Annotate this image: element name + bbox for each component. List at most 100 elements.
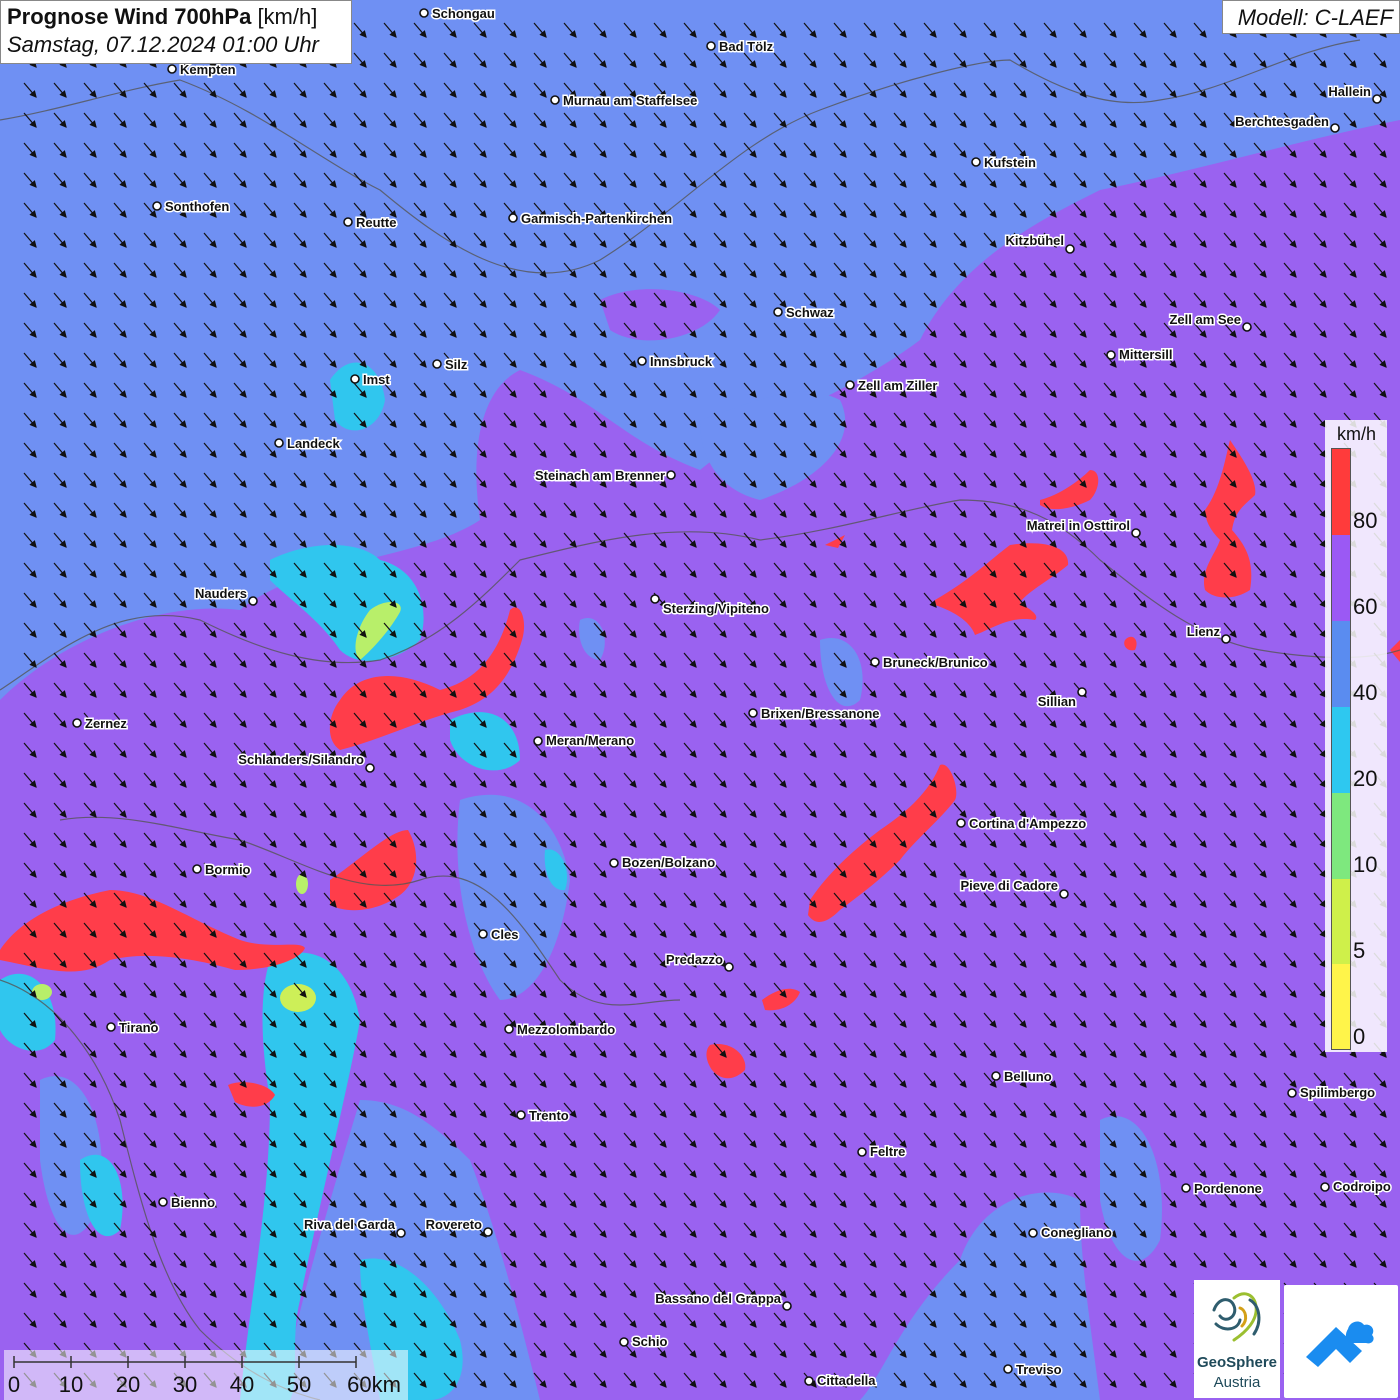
city-label-conegliano: Conegliano xyxy=(1041,1225,1112,1240)
city-dot-murnau-am-staffelsee xyxy=(550,95,560,105)
app-logo[interactable] xyxy=(1284,1285,1398,1398)
city-dot-kitzb-hel xyxy=(1065,244,1075,254)
city-label-mittersill: Mittersill xyxy=(1119,347,1172,362)
city-dot-reutte xyxy=(343,217,353,227)
city-label-feltre: Feltre xyxy=(870,1144,905,1159)
city-label-sillian: Sillian xyxy=(1038,694,1076,709)
city-dot-steinach-am-brenner xyxy=(666,470,676,480)
geosphere-name: GeoSphere xyxy=(1196,1354,1278,1371)
city-dot-kempten xyxy=(167,64,177,74)
city-label-reutte: Reutte xyxy=(356,215,396,230)
city-label-rovereto: Rovereto xyxy=(426,1217,482,1232)
city-label-hallein: Hallein xyxy=(1328,84,1371,99)
city-label-kitzb-hel: Kitzbühel xyxy=(1006,233,1065,248)
city-label-belluno: Belluno xyxy=(1004,1069,1052,1084)
model-label: Modell: C-LAEF xyxy=(1222,0,1400,34)
geosphere-logo[interactable]: GeoSphere Austria xyxy=(1194,1280,1280,1398)
city-dot-cittadella xyxy=(804,1376,814,1386)
city-label-meran-merano: Meran/Merano xyxy=(546,733,634,748)
legend-swatch-20 xyxy=(1332,707,1350,793)
city-dot-mittersill xyxy=(1106,350,1116,360)
forecast-datetime: Samstag, 07.12.2024 01:00 Uhr xyxy=(7,32,319,57)
city-label-zernez: Zernez xyxy=(85,716,127,731)
city-label-bassano-del-grappa: Bassano del Grappa xyxy=(655,1291,781,1306)
legend-swatch-80 xyxy=(1332,449,1350,535)
city-dot-codroipo xyxy=(1320,1182,1330,1192)
map-title-line: Prognose Wind 700hPa [km/h] xyxy=(7,4,345,30)
city-label-bad-t-lz: Bad Tölz xyxy=(719,39,774,54)
city-dot-berchtesgaden xyxy=(1330,123,1340,133)
city-dot-zernez xyxy=(72,718,82,728)
color-legend: km/h 80 60 40 20 10 5 0 xyxy=(1325,420,1387,1052)
city-label-brixen-bressanone: Brixen/Bressanone xyxy=(761,706,880,721)
legend-tick-40: 40 xyxy=(1353,680,1378,705)
city-dot-schio xyxy=(619,1337,629,1347)
city-label-codroipo: Codroipo xyxy=(1333,1179,1391,1194)
city-label-nauders: Nauders xyxy=(195,586,247,601)
map-title: Prognose Wind 700hPa xyxy=(7,4,252,29)
scale-tick-10: 10 xyxy=(59,1372,83,1397)
city-label-kufstein: Kufstein xyxy=(984,155,1036,170)
scale-tick-50: 50 xyxy=(287,1372,311,1397)
city-dot-hallein xyxy=(1372,94,1382,104)
city-label-zell-am-ziller: Zell am Ziller xyxy=(858,378,937,393)
city-dot-bienno xyxy=(158,1197,168,1207)
legend-swatch-10 xyxy=(1332,793,1350,879)
city-label-lienz: Lienz xyxy=(1187,624,1221,639)
city-label-sonthofen: Sonthofen xyxy=(165,199,229,214)
legend-tick-5: 5 xyxy=(1353,938,1366,963)
city-label-spilimbergo: Spilimbergo xyxy=(1300,1085,1375,1100)
map-title-unit: [km/h] xyxy=(257,4,318,29)
city-label-landeck: Landeck xyxy=(287,436,341,451)
city-label-murnau-am-staffelsee: Murnau am Staffelsee xyxy=(563,93,697,108)
city-label-sterzing-vipiteno: Sterzing/Vipiteno xyxy=(663,601,769,616)
city-dot-schlanders-silandro xyxy=(365,763,375,773)
city-label-cortina-d-ampezzo: Cortina d'Ampezzo xyxy=(969,816,1086,831)
city-dot-sillian xyxy=(1077,687,1087,697)
city-dot-cortina-d-ampezzo xyxy=(956,818,966,828)
geosphere-emblem-icon xyxy=(1212,1292,1261,1342)
city-label-treviso: Treviso xyxy=(1016,1362,1062,1377)
legend-tick-0: 0 xyxy=(1353,1024,1366,1049)
scale-tick-40: 40 xyxy=(230,1372,254,1397)
legend-tick-60: 60 xyxy=(1353,594,1378,619)
scale-tick-20: 20 xyxy=(116,1372,140,1397)
city-label-pieve-di-cadore: Pieve di Cadore xyxy=(960,878,1058,893)
city-dot-predazzo xyxy=(724,962,734,972)
legend-swatch-60 xyxy=(1332,535,1350,621)
city-label-tirano: Tirano xyxy=(119,1020,159,1035)
legend-tick-80: 80 xyxy=(1353,508,1378,533)
city-label-schlanders-silandro: Schlanders/Silandro xyxy=(238,752,364,767)
city-dot-nauders xyxy=(248,596,258,606)
geosphere-country: Austria xyxy=(1213,1374,1261,1391)
city-label-bormio: Bormio xyxy=(205,862,251,877)
mountain-cloud-icon xyxy=(1306,1321,1374,1367)
city-dot-spilimbergo xyxy=(1287,1088,1297,1098)
city-label-pordenone: Pordenone xyxy=(1194,1181,1262,1196)
wind-map[interactable]: Schongau Bad Tölz Kempten Murnau am Staffel… xyxy=(0,0,1400,1400)
city-label-garmisch-partenkirchen: Garmisch-Partenkirchen xyxy=(521,211,672,226)
legend-swatch-0 xyxy=(1332,964,1350,1049)
legend-swatch-40 xyxy=(1332,621,1350,707)
city-dot-kufstein xyxy=(971,157,981,167)
scale-tick-60km: 60km xyxy=(347,1372,401,1397)
city-dot-bruneck-brunico xyxy=(870,657,880,667)
city-label-schwaz: Schwaz xyxy=(786,305,834,320)
city-dot-zell-am-see xyxy=(1242,322,1252,332)
scale-tick-30: 30 xyxy=(173,1372,197,1397)
city-dot-bozen-bolzano xyxy=(609,858,619,868)
city-label-predazzo: Predazzo xyxy=(666,952,723,967)
city-dot-mezzolombardo xyxy=(504,1024,514,1034)
city-dot-brixen-bressanone xyxy=(748,708,758,718)
city-dot-pordenone xyxy=(1181,1183,1191,1193)
city-label-berchtesgaden: Berchtesgaden xyxy=(1235,114,1329,129)
city-dot-feltre xyxy=(857,1147,867,1157)
city-label-mezzolombardo: Mezzolombardo xyxy=(517,1022,615,1037)
city-dot-bormio xyxy=(192,864,202,874)
city-label-bienno: Bienno xyxy=(171,1195,215,1210)
city-label-silz: Silz xyxy=(445,357,468,372)
city-dot-pieve-di-cadore xyxy=(1059,889,1069,899)
city-dot-schwaz xyxy=(773,307,783,317)
city-dot-meran-merano xyxy=(533,736,543,746)
city-label-zell-am-see: Zell am See xyxy=(1169,312,1241,327)
